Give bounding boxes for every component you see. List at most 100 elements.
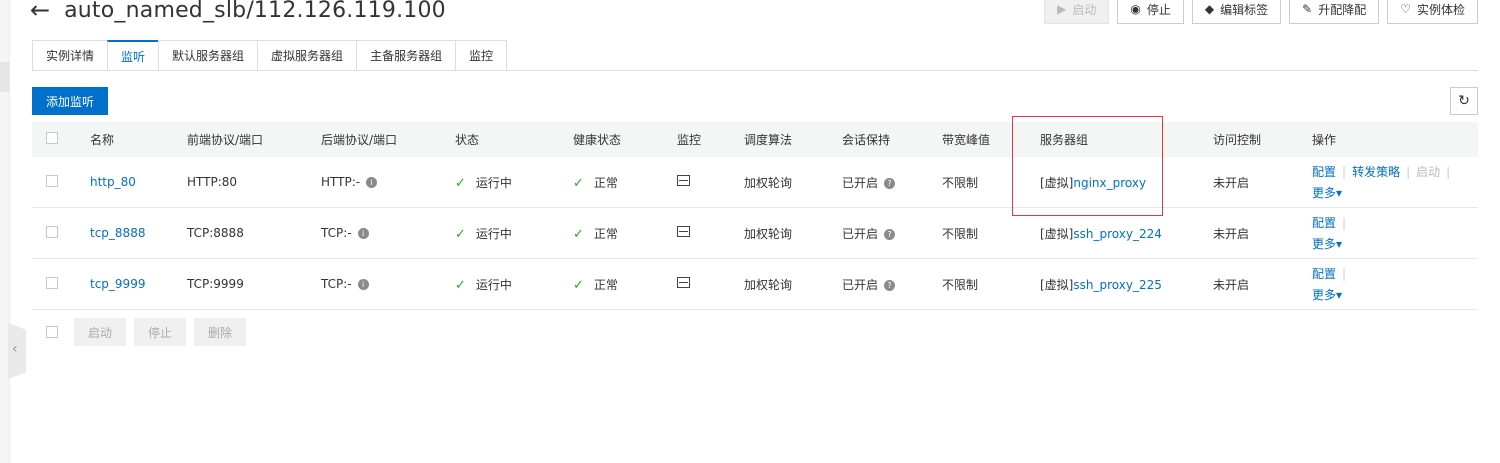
column-header: 访问控制 [1213,133,1262,147]
frontend-port: HTTP:80 [187,175,238,189]
column-header: 监控 [677,133,702,147]
more-dropdown[interactable]: 更多▾ [1312,184,1342,201]
server-group-prefix: [虚拟] [1040,277,1074,292]
add-listener-button[interactable]: 添加监听 [32,87,109,115]
page-title: auto_named_slb/112.126.119.100 [64,0,446,23]
backend-port: TCP:- [321,226,352,240]
algorithm: 加权轮询 [744,226,793,241]
back-arrow-icon[interactable]: ← [30,0,50,22]
table-header: 名称 前端协议/端口 后端协议/端口 状态 健康状态 监控 调度算法 会话保持 … [32,122,1478,157]
caret-down-icon: ▾ [1336,288,1343,302]
column-header: 状态 [455,133,480,147]
start-button-label: 启动 [1072,2,1097,17]
column-header: 会话保持 [842,133,891,147]
sidebar-notch [0,62,10,92]
check-icon: ✓ [573,277,584,293]
row-operations: 配置 | 更多▾ [1312,265,1478,303]
page-header: ← auto_named_slb/112.126.119.100 [30,0,446,28]
config-link[interactable]: 配置 [1312,265,1336,282]
bulk-select-checkbox[interactable] [46,326,58,338]
health-text: 正常 [593,175,618,190]
check-icon: ✓ [455,277,466,293]
more-dropdown[interactable]: 更多▾ [1312,235,1342,252]
left-sidebar-strip [0,0,10,463]
row-checkbox[interactable] [46,276,58,289]
separator: | [1406,164,1411,179]
instance-check-button[interactable]: ♡ 实例体检 [1387,0,1478,24]
tabs-divider [32,70,1478,71]
column-header: 后端协议/端口 [321,133,398,147]
table-row: tcp_8888 TCP:8888 TCP:- i ✓ 运行中 ✓ 正常 加权轮询 已… [32,208,1478,259]
separator: | [1342,266,1347,281]
caret-down-icon: ▾ [1336,237,1343,251]
table-row: tcp_9999 TCP:9999 TCP:- i ✓ 运行中 ✓ 正常 加权轮询 已… [32,259,1478,310]
info-icon[interactable]: i [357,228,369,239]
tab-default-server-group[interactable]: 默认服务器组 [158,40,258,71]
stop-icon: ◉ [1130,2,1141,16]
config-link[interactable]: 配置 [1312,214,1336,231]
check-icon: ✓ [573,175,584,191]
play-icon: ▶ [1057,2,1067,16]
caret-down-icon: ▾ [1336,186,1343,200]
help-icon[interactable]: ? [884,279,896,291]
help-icon[interactable]: ? [884,177,896,189]
column-header: 前端协议/端口 [187,133,264,147]
check-icon: ✓ [455,226,466,242]
listener-table: 名称 前端协议/端口 后端协议/端口 状态 健康状态 监控 调度算法 会话保持 … [32,122,1478,310]
monitor-chart-icon[interactable] [677,175,690,186]
monitor-chart-icon[interactable] [677,226,690,237]
more-label: 更多 [1312,288,1337,302]
start-button[interactable]: ▶ 启动 [1044,0,1110,24]
bulk-delete-button[interactable]: 删除 [194,318,247,346]
select-all-checkbox[interactable] [46,132,58,144]
sidebar-collapse-handle[interactable]: ‹ [8,323,26,379]
access-control: 未开启 [1213,277,1250,292]
frontend-port: TCP:8888 [187,226,244,240]
row-checkbox[interactable] [46,174,58,187]
server-group-link[interactable]: ssh_proxy_224 [1073,227,1161,241]
stop-button[interactable]: ◉ 停止 [1117,0,1184,24]
server-group-link[interactable]: ssh_proxy_225 [1073,278,1161,292]
column-header: 健康状态 [573,133,622,147]
monitor-chart-icon[interactable] [677,277,690,288]
refresh-button[interactable]: ↻ [1450,87,1478,115]
separator: | [1342,164,1347,179]
tab-virtual-server-group[interactable]: 虚拟服务器组 [257,40,357,71]
separator: | [1446,164,1451,179]
start-link[interactable]: 启动 [1416,163,1440,180]
tab-listeners[interactable]: 监听 [107,40,159,71]
info-icon[interactable]: i [357,279,369,290]
forward-policy-link[interactable]: 转发策略 [1352,163,1400,180]
more-label: 更多 [1312,186,1337,200]
row-operations: 配置 | 转发策略 | 启动 | 更多▾ [1312,163,1478,201]
table-row: http_80 HTTP:80 HTTP:- i ✓ 运行中 ✓ 正常 加权轮询 已开… [32,157,1478,208]
separator: | [1342,215,1347,230]
heart-icon: ♡ [1400,2,1411,16]
tab-primary-backup-group[interactable]: 主备服务器组 [356,40,456,71]
instance-check-button-label: 实例体检 [1416,2,1465,17]
tab-monitoring[interactable]: 监控 [455,40,508,71]
server-group-prefix: [虚拟] [1040,226,1074,241]
edit-tags-button[interactable]: ◆ 编辑标签 [1191,0,1282,24]
more-dropdown[interactable]: 更多▾ [1312,286,1342,303]
config-link[interactable]: 配置 [1312,163,1336,180]
help-icon[interactable]: ? [884,228,896,240]
column-header: 名称 [90,133,115,147]
info-icon[interactable]: i [366,177,378,188]
chevron-left-icon: ‹ [12,341,18,357]
bulk-stop-button[interactable]: 停止 [134,318,187,346]
tab-instance-details[interactable]: 实例详情 [32,40,108,71]
listener-name-link[interactable]: http_80 [90,175,136,189]
status-text: 运行中 [475,226,512,241]
listener-name-link[interactable]: tcp_9999 [90,277,145,291]
top-action-bar: ▶ 启动 ◉ 停止 ◆ 编辑标签 ✎ 升配降配 ♡ 实例体检 [1044,0,1478,24]
resize-button[interactable]: ✎ 升配降配 [1289,0,1380,24]
edit-tags-button-label: 编辑标签 [1220,2,1269,17]
bulk-start-button[interactable]: 启动 [74,318,127,346]
health-text: 正常 [593,277,618,292]
refresh-icon: ↻ [1458,93,1470,109]
session-persistence: 已开启 [842,277,879,292]
check-icon: ✓ [455,175,466,191]
listener-name-link[interactable]: tcp_8888 [90,226,145,240]
row-checkbox[interactable] [46,225,58,238]
